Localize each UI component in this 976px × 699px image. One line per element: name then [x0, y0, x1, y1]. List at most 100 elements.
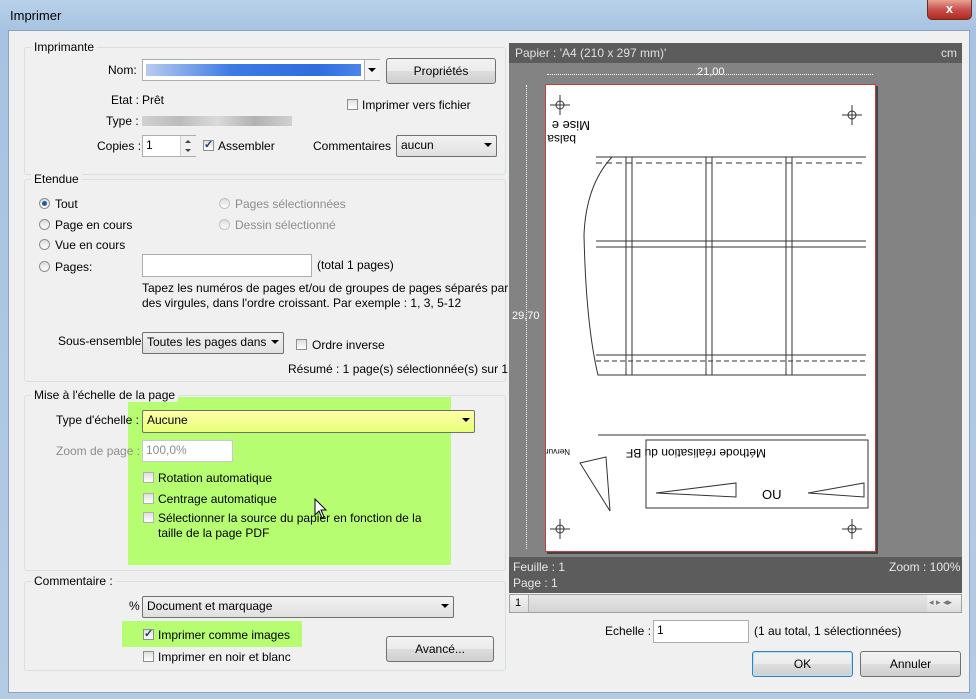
chevron-down-icon	[462, 418, 470, 422]
height-value: 29,70	[512, 310, 540, 322]
nervure-part	[579, 456, 611, 512]
printer-dropdown-button[interactable]	[364, 60, 380, 80]
range-selected-drawing-label: Dessin sélectionné	[235, 218, 336, 232]
comments-label: Commentaires	[313, 139, 392, 153]
comment-percent-label: %	[129, 599, 140, 613]
drawing-text-nervure: Nervure 12	[546, 447, 570, 456]
black-white-checkbox[interactable]	[143, 651, 154, 662]
range-current-page-label: Page en cours	[55, 218, 133, 232]
scroller-page: 1	[515, 597, 522, 609]
reverse-order-checkbox[interactable]	[296, 339, 307, 350]
range-summary: Résumé : 1 page(s) sélectionnée(s) sur 1	[288, 362, 509, 376]
range-current-page-radio[interactable]	[39, 219, 50, 230]
close-button[interactable]: x	[927, 0, 972, 20]
comments-select[interactable]: aucun	[396, 135, 497, 157]
range-current-view-radio[interactable]	[39, 239, 50, 250]
subset-select[interactable]: Toutes les pages dans	[142, 332, 284, 354]
print-as-images-label: Imprimer comme images	[158, 628, 291, 642]
range-group-title: Etendue	[31, 172, 82, 186]
reverse-order-label: Ordre inverse	[312, 338, 385, 352]
page-label: Page : 1	[513, 576, 558, 590]
spinner-down-icon	[185, 149, 191, 152]
printer-name-select[interactable]	[142, 59, 380, 81]
print-to-file-checkbox[interactable]	[347, 99, 358, 110]
paper-size-label: Papier : 'A4 (210 x 297 mm)'	[515, 46, 667, 60]
chevron-down-icon	[368, 68, 376, 72]
method-sketch-left	[655, 482, 737, 498]
scale-value: 1	[657, 623, 664, 637]
range-selected-pages-label: Pages sélectionnées	[235, 197, 346, 211]
auto-center-checkbox[interactable]	[143, 493, 154, 504]
copies-label: Copies :	[97, 139, 142, 153]
drawing-text-balsa: balsa	[547, 132, 576, 146]
spinner-up-icon	[185, 140, 191, 143]
printer-name-blurred	[146, 64, 361, 76]
sheet-label: Feuille : 1	[513, 560, 566, 574]
paper-source-label-1: Sélectionner la source du papier en fonc…	[158, 511, 422, 525]
print-dialog: Imprimer x Imprimante Nom: Propriétés Et…	[0, 0, 976, 699]
copies-value: 1	[146, 138, 153, 152]
comment-group-title: Commentaire :	[31, 574, 116, 588]
range-selected-drawing-radio[interactable]	[219, 219, 230, 230]
auto-center-label: Centrage automatique	[158, 492, 277, 506]
paper-source-label-2: taille de la page PDF	[158, 526, 270, 540]
properties-button[interactable]: Propriétés	[386, 58, 496, 84]
range-current-view-label: Vue en cours	[55, 238, 126, 252]
printer-type-blurred	[142, 116, 292, 126]
black-white-label: Imprimer en noir et blanc	[158, 650, 291, 664]
range-all-label: Tout	[55, 197, 78, 211]
print-preview: 21,00 29,70 Mise e balsa Nervur Méthode …	[509, 63, 962, 557]
range-selected-pages-radio[interactable]	[219, 198, 230, 209]
scale-info: (1 au total, 1 sélectionnées)	[754, 624, 902, 638]
type-label: Type :	[106, 114, 139, 128]
drawing-svg: Mise e balsa Nervure 12 Méthode réalisat…	[546, 95, 869, 539]
scale-type-label: Type d'échelle :	[56, 413, 140, 427]
scroller-track[interactable]	[528, 595, 927, 612]
preview-page: Mise e balsa Nervure 12 Méthode réalisat…	[545, 84, 876, 552]
comment-mode-select[interactable]: Document et marquage	[142, 596, 454, 618]
scale-type-select[interactable]: Aucune	[142, 410, 475, 433]
scale-field[interactable]: 1	[653, 620, 749, 643]
subset-label: Sous-ensemble	[58, 334, 142, 348]
range-all-radio[interactable]	[39, 198, 50, 209]
printer-name-label: Nom:	[108, 63, 137, 77]
subset-value: Toutes les pages dans	[147, 335, 267, 349]
method-sketch-right	[807, 482, 865, 498]
scale-label: Echelle :	[605, 624, 652, 638]
pages-input[interactable]	[142, 254, 312, 277]
chevron-down-icon	[271, 340, 279, 344]
collate-checkbox[interactable]: ✓	[203, 140, 214, 151]
comment-mode-value: Document et marquage	[147, 599, 273, 613]
auto-rotate-checkbox[interactable]	[143, 472, 154, 483]
range-pages-label: Pages:	[55, 260, 93, 274]
preview-scrollbar[interactable]: 1 ◂ ▸ ◂▸	[509, 594, 962, 613]
range-pages-radio[interactable]	[39, 261, 50, 272]
dialog-client: Imprimante Nom: Propriétés Etat : Prêt T…	[8, 30, 970, 693]
chevron-down-icon	[484, 143, 492, 147]
scale-type-value: Aucune	[147, 413, 188, 427]
zoom-field[interactable]: 100,0%	[142, 440, 233, 462]
state-label: Etat :	[111, 93, 140, 107]
paper-source-checkbox[interactable]	[143, 512, 154, 523]
drawing-text-mise-e: Mise e	[552, 118, 590, 133]
printer-group-title: Imprimante	[31, 40, 98, 54]
zoom-info-label: Zoom : 100%	[889, 560, 961, 574]
comments-value: aucun	[401, 138, 434, 152]
zoom-label: Zoom de page :	[56, 444, 141, 458]
total-pages-text: (total 1 pages)	[317, 258, 394, 272]
copies-spinner[interactable]	[180, 136, 196, 156]
window-title: Imprimer	[10, 8, 62, 23]
preview-header: Papier : 'A4 (210 x 297 mm)' cm	[509, 43, 962, 63]
drawing-text-ou: OU	[762, 487, 782, 502]
state-value: Prêt	[142, 93, 165, 107]
mouse-cursor-icon	[314, 498, 328, 519]
preview-footer: Feuille : 1 Page : 1 Zoom : 100%	[509, 557, 962, 593]
advanced-button[interactable]: Avancé...	[386, 636, 494, 662]
pages-help-text-2: des virgules, dans l'ordre croissant. Pa…	[142, 296, 462, 310]
scroller-arrows-icon[interactable]: ◂ ▸ ◂▸	[929, 597, 952, 608]
print-as-images-checkbox[interactable]: ✓	[143, 629, 154, 640]
unit-label: cm	[941, 46, 957, 60]
chevron-down-icon	[441, 604, 449, 608]
cancel-button[interactable]: Annuler	[860, 651, 961, 677]
ok-button[interactable]: OK	[752, 651, 853, 677]
